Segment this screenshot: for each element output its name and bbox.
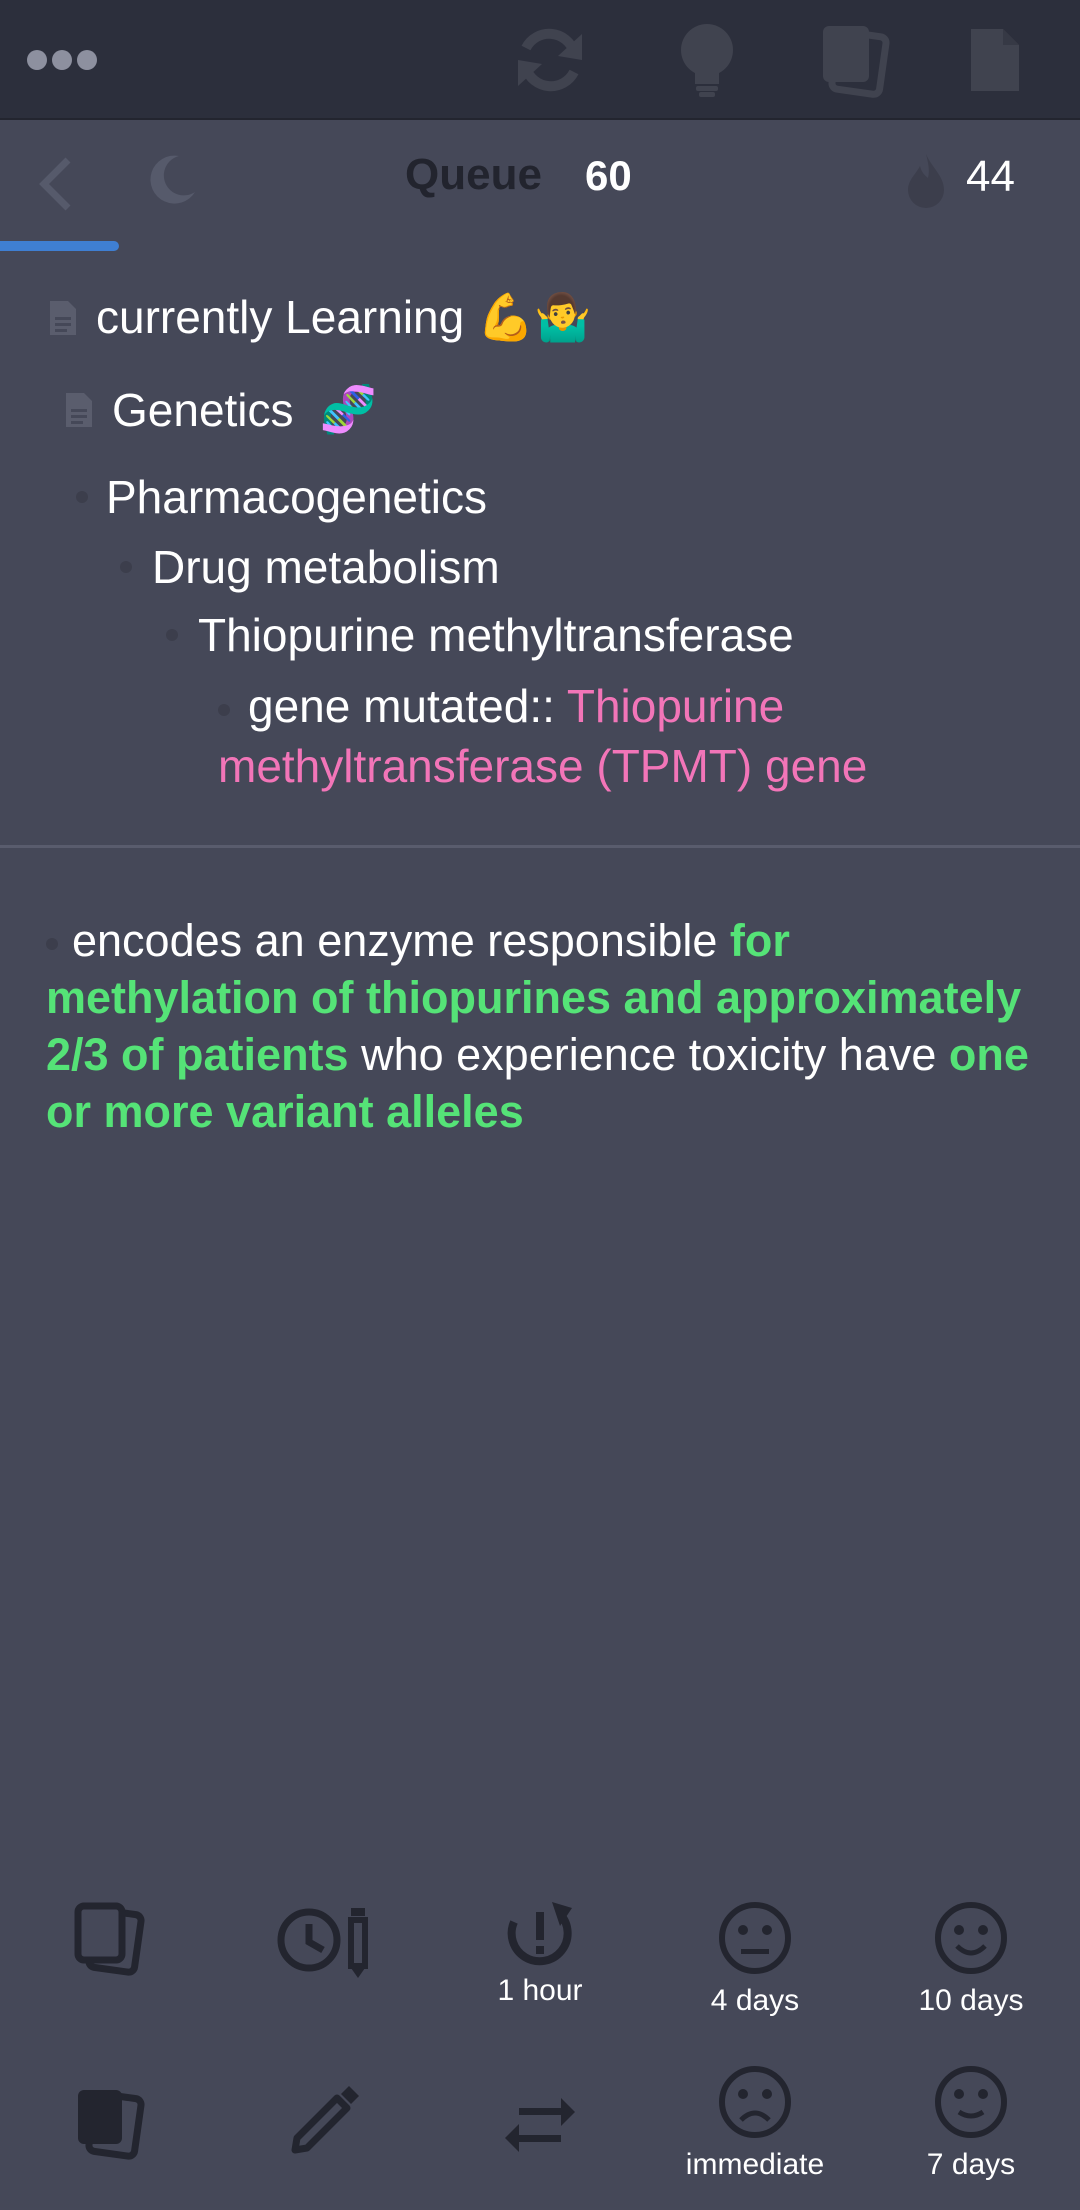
breadcrumb-level2[interactable]: Drug metabolism [120, 540, 500, 594]
hard-7-days-button[interactable]: 7 days [906, 2064, 1036, 2182]
hard-7-days-label: 7 days [926, 2148, 1016, 2181]
page-icon [64, 391, 94, 429]
good-4-days-label: 4 days [710, 1984, 800, 2017]
breadcrumb-level2-label: Drug metabolism [152, 541, 500, 593]
breadcrumb-root-label: currently Learning 💪🤷‍♂️ [96, 291, 592, 343]
progress-bar [0, 241, 1080, 251]
again-1-hour-label: 1 hour [497, 1974, 583, 2007]
neutral-face-icon [719, 1902, 791, 1974]
cards-outline-button[interactable] [66, 1898, 154, 1978]
slight-smile-icon [935, 2066, 1007, 2138]
sync-icon[interactable] [505, 18, 595, 102]
document-icon[interactable] [960, 18, 1030, 102]
flame-icon [904, 150, 948, 215]
lightbulb-icon[interactable] [670, 18, 744, 102]
cards-outline-icon [74, 1902, 145, 1976]
breadcrumb-level1-label: Pharmacogenetics [106, 471, 487, 523]
clock-pencil-icon [277, 1908, 368, 1978]
cards-icon[interactable] [812, 18, 898, 102]
breadcrumb-page[interactable]: Genetics 🧬 [64, 382, 377, 437]
easy-10-days-label: 10 days [918, 1984, 1024, 2017]
good-4-days-button[interactable]: 4 days [690, 1900, 820, 2018]
reset-icon [507, 1902, 572, 1966]
card-question: gene mutated:: Thiopurine methyltransfer… [218, 676, 1018, 796]
breadcrumb-level3-label: Thiopurine methyltransferase [198, 609, 794, 661]
breadcrumb-root[interactable]: currently Learning 💪🤷‍♂️ [48, 290, 592, 345]
breadcrumb-level3[interactable]: Thiopurine methyltransferase [166, 608, 794, 662]
breadcrumb-page-label: Genetics [112, 383, 294, 436]
more-dots-icon[interactable] [22, 18, 102, 102]
moon-icon[interactable] [145, 152, 199, 211]
streak-count: 44 [966, 152, 1015, 201]
answer-text-1: encodes an enzyme responsible [72, 915, 730, 966]
dna-emoji: 🧬 [319, 383, 377, 435]
back-chevron-icon[interactable] [36, 156, 76, 217]
bullet [166, 629, 178, 641]
bullet [218, 703, 230, 716]
again-immediate-label: immediate [685, 2148, 825, 2181]
cards-filled-icon [78, 2090, 145, 2160]
page-icon [48, 299, 78, 337]
queue-label: Queue [405, 150, 542, 199]
swap-icon [505, 2098, 575, 2152]
swap-button[interactable] [500, 2096, 580, 2154]
answer-text-2: who experience toxicity have [348, 1029, 949, 1080]
queue-count: 60 [585, 152, 632, 199]
pencil-icon [291, 2086, 359, 2154]
bullet [46, 938, 58, 951]
question-prefix: gene mutated:: [248, 680, 555, 732]
again-immediate-button[interactable]: immediate [670, 2064, 840, 2182]
top-toolbar [0, 0, 1080, 120]
again-1-hour-button[interactable]: 1 hour [480, 1900, 600, 2008]
bullet [76, 491, 88, 503]
easy-10-days-button[interactable]: 10 days [906, 1900, 1036, 2018]
progress-fill [0, 241, 119, 251]
card-answer: encodes an enzyme responsible for methyl… [46, 912, 1046, 1140]
sad-face-icon [719, 2066, 791, 2138]
bullet [120, 561, 132, 573]
smile-face-icon [935, 1902, 1007, 1974]
clock-pencil-button[interactable] [275, 1898, 375, 1978]
breadcrumb-level1[interactable]: Pharmacogenetics [76, 470, 487, 524]
divider [0, 845, 1080, 848]
edit-button[interactable] [284, 2084, 364, 2158]
cards-filled-button[interactable] [66, 2082, 154, 2162]
